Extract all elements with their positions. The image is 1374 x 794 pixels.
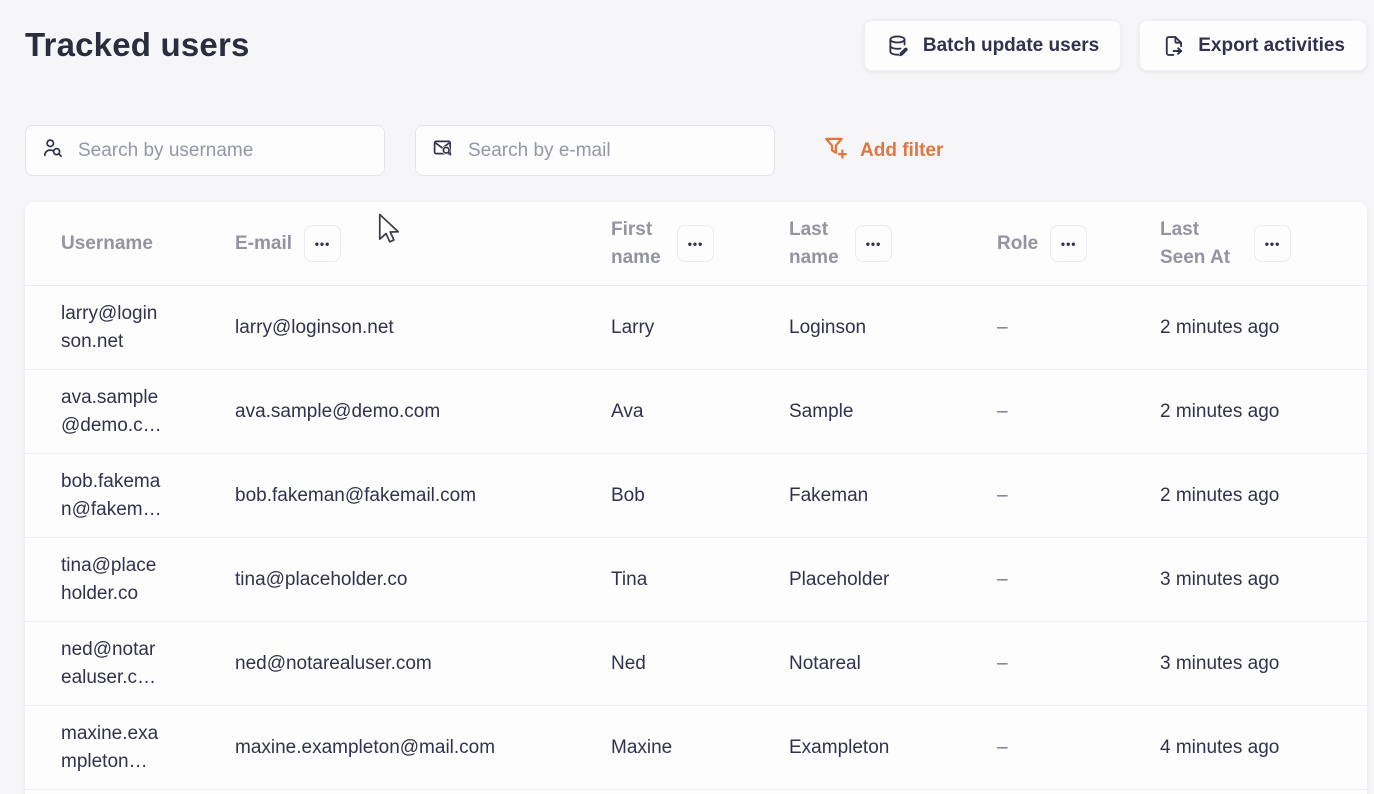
page-header: Tracked users Batch update users: [25, 20, 1367, 71]
table-row[interactable]: ava.sample@demo.com ava.sample@demo.com …: [25, 370, 1367, 454]
cell-last-seen: 4 minutes ago: [1135, 734, 1367, 762]
database-edit-icon: [886, 34, 910, 58]
filter-bar: Add filter: [25, 125, 1367, 176]
cell-username: maxine.exampleton@mail.com: [61, 720, 163, 776]
ellipsis-icon: •••: [688, 238, 704, 250]
header-actions: Batch update users Export activities: [864, 20, 1367, 71]
column-label-first-name: First name: [611, 216, 665, 272]
ellipsis-icon: •••: [315, 238, 331, 250]
column-header-username: Username: [25, 230, 210, 258]
last-seen-column-menu-button[interactable]: •••: [1254, 225, 1291, 262]
cell-last-seen: 2 minutes ago: [1135, 482, 1367, 510]
cell-last-seen: 2 minutes ago: [1135, 398, 1367, 426]
cell-role: –: [972, 314, 1135, 342]
ellipsis-icon: •••: [1061, 238, 1077, 250]
cell-last-name: Loginson: [764, 314, 972, 342]
column-header-last-name: Last name •••: [764, 216, 972, 272]
cell-last-name: Exampleton: [764, 734, 972, 762]
cell-role: –: [972, 650, 1135, 678]
cell-role: –: [972, 482, 1135, 510]
cell-first-name: Maxine: [586, 734, 764, 762]
table-header-row: Username E-mail ••• First name ••• Last …: [25, 202, 1367, 286]
username-search-input[interactable]: [78, 140, 368, 162]
cell-last-name: Sample: [764, 398, 972, 426]
column-label-last-seen: Last Seen At: [1160, 216, 1242, 272]
cell-first-name: Ned: [586, 650, 764, 678]
cell-role: –: [972, 398, 1135, 426]
add-filter-button[interactable]: Add filter: [823, 135, 943, 166]
cell-email: tina@placeholder.co: [210, 566, 586, 594]
username-search-box: [25, 125, 385, 176]
table-body: larry@loginson.net larry@loginson.net La…: [25, 286, 1367, 790]
cell-username: ava.sample@demo.com: [61, 384, 163, 440]
role-column-menu-button[interactable]: •••: [1050, 225, 1087, 262]
email-search-box: [415, 125, 775, 176]
cell-username: ned@notarealuser.com: [61, 636, 163, 692]
cell-first-name: Larry: [586, 314, 764, 342]
column-header-role: Role •••: [972, 225, 1135, 262]
cell-role: –: [972, 734, 1135, 762]
cell-email: larry@loginson.net: [210, 314, 586, 342]
add-filter-label: Add filter: [860, 140, 943, 162]
cell-email: bob.fakeman@fakemail.com: [210, 482, 586, 510]
table-row[interactable]: maxine.exampleton@mail.com maxine.exampl…: [25, 706, 1367, 790]
column-header-last-seen: Last Seen At •••: [1135, 216, 1367, 272]
cell-last-name: Notareal: [764, 650, 972, 678]
cell-last-seen: 3 minutes ago: [1135, 650, 1367, 678]
first-name-column-menu-button[interactable]: •••: [677, 225, 714, 262]
cell-last-seen: 3 minutes ago: [1135, 566, 1367, 594]
column-label-email: E-mail: [235, 230, 292, 258]
page-title: Tracked users: [25, 20, 250, 64]
ellipsis-icon: •••: [1265, 238, 1281, 250]
cell-username: tina@placeholder.co: [61, 552, 163, 608]
export-activities-button[interactable]: Export activities: [1139, 20, 1367, 71]
cell-role: –: [972, 566, 1135, 594]
batch-update-users-label: Batch update users: [923, 35, 1099, 57]
column-label-username: Username: [61, 230, 153, 258]
cell-last-name: Placeholder: [764, 566, 972, 594]
column-header-email: E-mail •••: [210, 225, 586, 262]
file-export-icon: [1161, 34, 1185, 58]
cell-username: bob.fakeman@fakemail.com: [61, 468, 163, 524]
export-activities-label: Export activities: [1198, 35, 1345, 57]
cell-email: ava.sample@demo.com: [210, 398, 586, 426]
table-row[interactable]: larry@loginson.net larry@loginson.net La…: [25, 286, 1367, 370]
last-name-column-menu-button[interactable]: •••: [855, 225, 892, 262]
cell-email: maxine.exampleton@mail.com: [210, 734, 586, 762]
cell-first-name: Tina: [586, 566, 764, 594]
filter-plus-icon: [823, 135, 848, 166]
ellipsis-icon: •••: [866, 238, 882, 250]
cell-last-name: Fakeman: [764, 482, 972, 510]
table-row[interactable]: ned@notarealuser.com ned@notarealuser.co…: [25, 622, 1367, 706]
mail-search-icon: [432, 137, 454, 164]
column-label-last-name: Last name: [789, 216, 843, 272]
email-search-input[interactable]: [468, 140, 758, 162]
table-row[interactable]: tina@placeholder.co tina@placeholder.co …: [25, 538, 1367, 622]
column-label-role: Role: [997, 230, 1038, 258]
cell-first-name: Ava: [586, 398, 764, 426]
column-header-first-name: First name •••: [586, 216, 764, 272]
table-row[interactable]: bob.fakeman@fakemail.com bob.fakeman@fak…: [25, 454, 1367, 538]
batch-update-users-button[interactable]: Batch update users: [864, 20, 1121, 71]
cell-username: larry@loginson.net: [61, 300, 163, 356]
cell-first-name: Bob: [586, 482, 764, 510]
cell-last-seen: 2 minutes ago: [1135, 314, 1367, 342]
tracked-users-page: Tracked users Batch update users: [0, 0, 1374, 794]
cell-email: ned@notarealuser.com: [210, 650, 586, 678]
email-column-menu-button[interactable]: •••: [304, 225, 341, 262]
users-table-card: Username E-mail ••• First name ••• Last …: [25, 202, 1367, 794]
user-search-icon: [42, 137, 64, 164]
